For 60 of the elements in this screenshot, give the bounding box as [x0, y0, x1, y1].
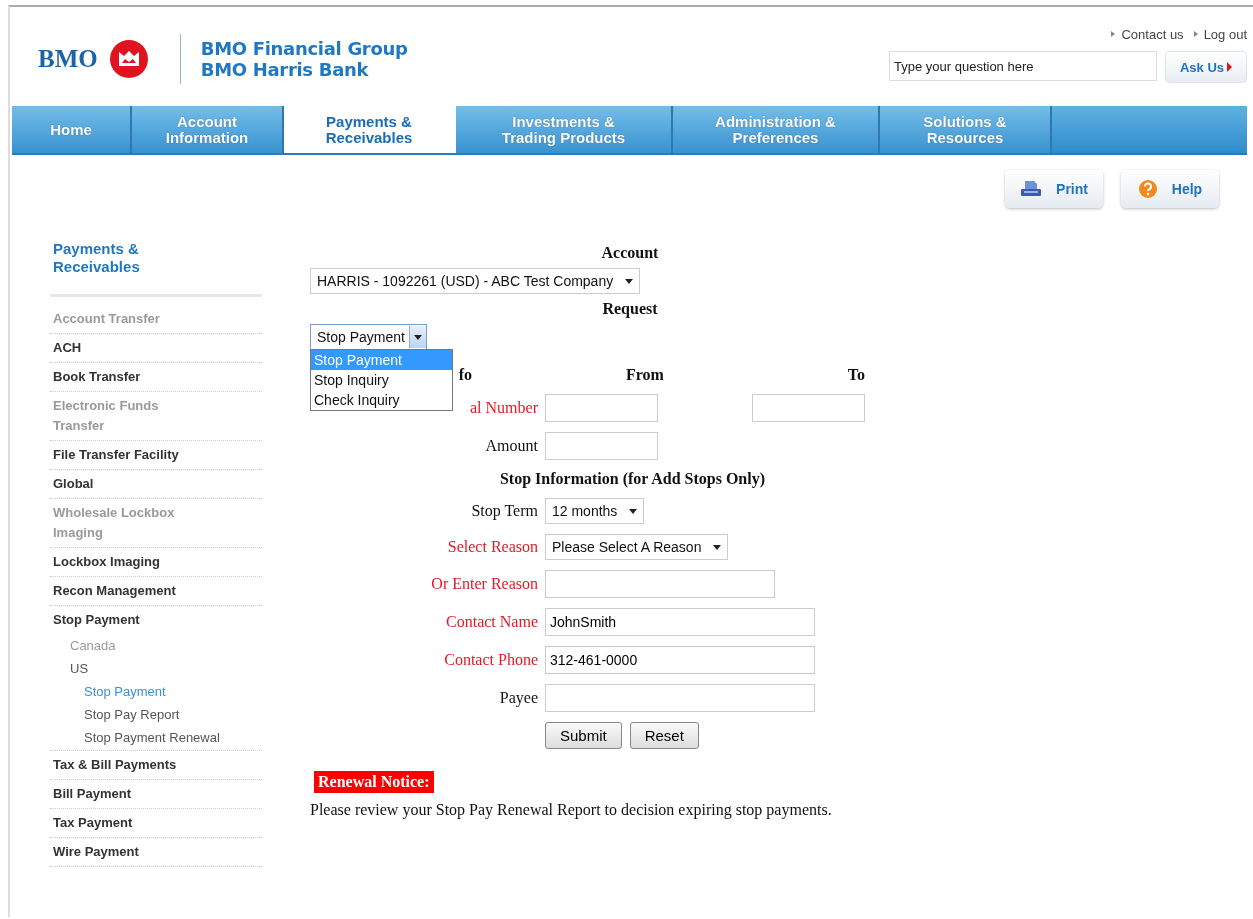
- sidebar-item[interactable]: File Transfer Facility: [50, 441, 262, 470]
- sidebar-item[interactable]: US: [50, 657, 262, 680]
- dropdown-option[interactable]: Stop Inquiry: [311, 370, 452, 390]
- request-select[interactable]: Stop Payment: [310, 324, 427, 350]
- field-label: Amount: [485, 437, 538, 455]
- field-label: Payee: [499, 689, 538, 707]
- column-header: To: [846, 366, 865, 384]
- field-label: Stop Term: [471, 502, 538, 520]
- select-field[interactable]: 12 months: [545, 498, 645, 524]
- input-field[interactable]: 312-461-0000: [545, 646, 815, 674]
- print-button[interactable]: Print: [1005, 170, 1103, 208]
- input-field[interactable]: [545, 684, 815, 712]
- select-field[interactable]: Please Select A Reason: [545, 534, 729, 560]
- sidebar-item[interactable]: Stop Payment: [50, 606, 262, 634]
- from-field[interactable]: [545, 394, 658, 422]
- field-label: Contact Phone: [444, 651, 538, 669]
- request-label: Request: [601, 299, 659, 320]
- nav-tab[interactable]: Payments & Receivables: [284, 106, 456, 153]
- field-label: Select Reason: [447, 538, 538, 556]
- header-link[interactable]: Contact us: [1111, 27, 1184, 42]
- sidebar-title: Payments & Receivables: [52, 239, 141, 276]
- sidebar-item[interactable]: Stop Payment: [50, 680, 262, 703]
- dropdown-option[interactable]: Check Inquiry: [311, 390, 452, 410]
- sidebar-item[interactable]: ACH: [50, 334, 262, 363]
- notice-text: Please review your Stop Pay Renewal Report to decision expiring stop payments.: [310, 801, 833, 819]
- sidebar-item[interactable]: Book Transfer: [50, 363, 262, 392]
- notice-title: Renewal Notice:: [314, 771, 434, 793]
- input-field[interactable]: [545, 432, 658, 460]
- reset-button[interactable]: Reset: [629, 722, 699, 749]
- field-label: Contact Name: [446, 613, 538, 631]
- account-label: Account: [600, 243, 660, 263]
- ask-us-button[interactable]: Ask Us: [1165, 51, 1247, 83]
- input-field[interactable]: [545, 570, 775, 598]
- sidebar-item[interactable]: Wire Payment: [50, 838, 262, 867]
- brand-name: BMO Harris Bank: [200, 59, 370, 80]
- help-button[interactable]: Help: [1121, 170, 1219, 208]
- sidebar-item[interactable]: Lockbox Imaging: [50, 548, 262, 577]
- help-icon: [1137, 179, 1158, 199]
- column-header: fo: [458, 366, 472, 384]
- column-header: From: [625, 366, 665, 384]
- sidebar-item[interactable]: Global: [50, 470, 262, 499]
- sidebar-item[interactable]: Stop Pay Report: [50, 703, 262, 726]
- account-select[interactable]: HARRIS - 1092261 (USD) - ABC Test Company: [310, 268, 641, 294]
- question-field[interactable]: Type your question here: [889, 51, 1157, 81]
- submit-button[interactable]: Submit: [545, 722, 622, 749]
- sidebar-item[interactable]: Recon Management: [50, 577, 262, 606]
- field-label: al Number: [470, 399, 538, 417]
- section-heading: Stop Information (for Add Stops Only): [498, 470, 767, 488]
- field-label: Or Enter Reason: [431, 575, 538, 593]
- to-field[interactable]: [752, 394, 865, 422]
- sidebar-item[interactable]: Bill Payment: [50, 780, 262, 809]
- logo-roundel-icon: [109, 39, 150, 79]
- header-link[interactable]: Log out: [1193, 27, 1247, 42]
- input-field[interactable]: JohnSmith: [545, 608, 815, 636]
- brand-name: BMO Financial Group: [200, 38, 408, 59]
- sidebar-item[interactable]: Stop Payment Renewal: [50, 726, 262, 749]
- logo-text: BMO: [38, 45, 98, 73]
- printer-icon: [1020, 180, 1043, 198]
- sidebar-item[interactable]: Tax & Bill Payments: [50, 751, 262, 780]
- sidebar-item[interactable]: Tax Payment: [50, 809, 262, 838]
